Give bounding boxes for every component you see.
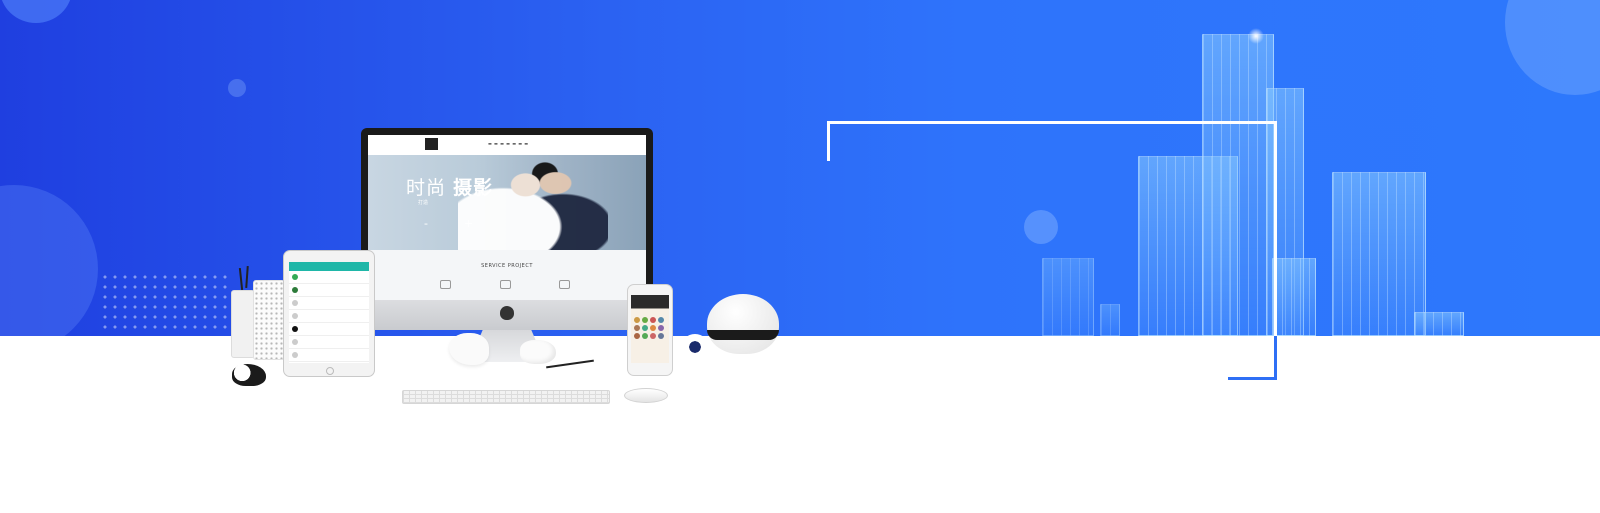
service-heading: SERVICE PROJECT	[481, 263, 533, 269]
panda-figurine	[232, 364, 266, 386]
tablet-screen	[289, 262, 369, 363]
couple-photo	[458, 157, 608, 250]
keyboard	[402, 390, 610, 404]
site-hero-photo: 时尚 摄影 打造 - +	[368, 155, 646, 250]
decor-circle-large-left	[0, 185, 98, 336]
floor	[0, 336, 1600, 513]
next-control[interactable]: +	[464, 217, 473, 230]
website-preview: ▬ ▬ ▬ ▬ ▬ ▬ ▬ 时尚 摄影 打造 - + SERVICE PROJE…	[368, 135, 646, 300]
avatar	[292, 352, 298, 358]
frame-left-edge	[827, 121, 830, 161]
glow	[1248, 28, 1264, 44]
dotted-cup	[253, 280, 285, 360]
bird-figurine	[449, 333, 489, 365]
crumpled-paper	[520, 340, 556, 364]
decor-circle-small	[228, 79, 246, 97]
frame-bottom-edge	[1228, 377, 1277, 380]
service-icons	[440, 280, 570, 289]
frame-top-edge	[827, 121, 1277, 124]
list-item	[289, 336, 369, 349]
list-item	[289, 349, 369, 362]
monitor-bezel: ▬ ▬ ▬ ▬ ▬ ▬ ▬ 时尚 摄影 打造 - + SERVICE PROJE…	[361, 128, 653, 300]
decor-circle-top-right	[1505, 0, 1600, 95]
avatar	[292, 300, 298, 306]
site-nav: ▬ ▬ ▬ ▬ ▬ ▬ ▬	[368, 135, 646, 156]
building	[1042, 258, 1094, 336]
phone-screen	[631, 295, 669, 363]
owl-figurine	[681, 334, 709, 360]
decor-circle-top-left	[0, 0, 72, 23]
apple-icon	[500, 306, 514, 320]
title-light: 时尚	[406, 177, 447, 199]
desktop-monitor: ▬ ▬ ▬ ▬ ▬ ▬ ▬ 时尚 摄影 打造 - + SERVICE PROJE…	[361, 128, 653, 362]
phone-icon-grid	[634, 317, 666, 339]
phone	[627, 284, 673, 376]
building	[1332, 172, 1426, 336]
site-title: 时尚 摄影	[406, 173, 493, 200]
avatar	[292, 339, 298, 345]
site-nav-items: ▬ ▬ ▬ ▬ ▬ ▬ ▬	[488, 141, 529, 146]
list-item	[289, 297, 369, 310]
pen-holder	[231, 290, 255, 358]
title-bold: 摄影	[453, 177, 494, 199]
speaker	[707, 294, 779, 354]
decor-circle-mid	[1024, 210, 1058, 244]
building	[1100, 304, 1120, 336]
list-item	[289, 310, 369, 323]
service-icon	[440, 280, 451, 289]
tablet	[283, 250, 375, 377]
avatar	[292, 326, 298, 332]
avatar	[292, 287, 298, 293]
tablet-header-bar	[289, 262, 369, 271]
site-subtitle: 打造	[418, 199, 428, 206]
prev-control[interactable]: -	[424, 217, 428, 230]
subtitle-text: 打造	[418, 200, 429, 206]
building	[1202, 34, 1274, 336]
service-icon	[499, 280, 511, 289]
avatar	[292, 274, 298, 280]
building	[1414, 312, 1464, 336]
logo-icon	[425, 138, 438, 150]
building	[1272, 258, 1316, 336]
home-button	[326, 367, 334, 375]
avatar	[292, 313, 298, 319]
list-item	[289, 323, 369, 336]
mouse	[624, 388, 668, 403]
frame-right-edge-upper	[1274, 121, 1277, 336]
speaker-band	[707, 330, 779, 340]
list-item	[289, 271, 369, 284]
camera-icon	[559, 280, 570, 289]
frame-right-edge-lower	[1274, 336, 1277, 380]
dot-pattern	[100, 272, 232, 332]
list-item	[289, 284, 369, 297]
